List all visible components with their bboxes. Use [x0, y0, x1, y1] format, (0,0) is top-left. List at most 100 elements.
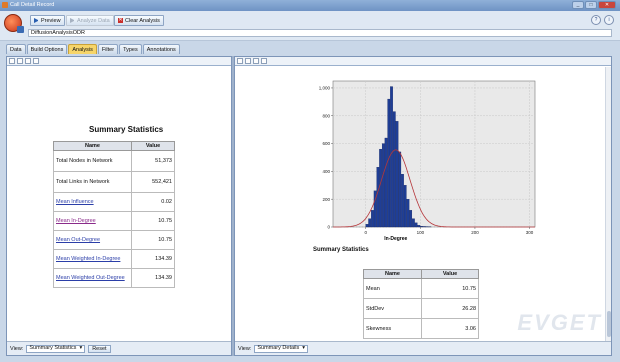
- info-icon[interactable]: i: [604, 15, 614, 25]
- node-name-field[interactable]: DiffusionAnalysisODR: [28, 29, 612, 37]
- table-row: Mean Weighted Out-Degree 134.39: [53, 268, 175, 288]
- histogram-bar: [414, 222, 418, 228]
- maximize-button[interactable]: □: [585, 1, 597, 9]
- reset-button[interactable]: Reset: [88, 344, 111, 353]
- clear-analysis-button[interactable]: ✕ Clear Analysis: [114, 15, 164, 26]
- zoom-icon[interactable]: [261, 58, 267, 64]
- y-tick-label: 800: [322, 113, 330, 118]
- left-pane-toolbar: [7, 57, 231, 66]
- tab-analysis[interactable]: Analysis: [68, 44, 97, 54]
- y-axis-ticks: 0 200 400 600 800 1,000: [319, 86, 333, 230]
- table-row: Mean Out-Degree 10.75: [53, 230, 175, 250]
- export-icon[interactable]: [17, 58, 23, 64]
- y-tick-label: 400: [322, 169, 330, 174]
- table-row: Mean 10.75: [363, 278, 479, 299]
- histogram-bar: [384, 137, 388, 228]
- print-icon[interactable]: [25, 58, 31, 64]
- help-icon[interactable]: ?: [591, 15, 601, 25]
- histogram-bar: [368, 218, 372, 228]
- tab-types[interactable]: Types: [119, 44, 142, 54]
- scrollbar-thumb[interactable]: [607, 311, 611, 337]
- row-name: Skewness: [363, 318, 422, 339]
- row-value: 134.39: [131, 268, 175, 288]
- mean-weighted-in-degree-link[interactable]: Mean Weighted In-Degree: [56, 256, 120, 262]
- table-row: Skewness 3.06: [363, 318, 479, 339]
- right-pane-footer: View: Summary Details ▾: [235, 341, 611, 355]
- row-name-link[interactable]: Mean Weighted Out-Degree: [53, 268, 132, 288]
- histogram-bar: [387, 98, 391, 228]
- table-header-name: Name: [363, 269, 422, 279]
- close-window-button[interactable]: ✕: [598, 1, 616, 9]
- preview-button[interactable]: Preview: [30, 15, 65, 26]
- analyze-data-button[interactable]: Analyze Data: [66, 15, 114, 26]
- row-name-link[interactable]: Mean Influence: [53, 192, 132, 212]
- view-label: View:: [10, 345, 24, 352]
- summary-statistics-table: Name Value Total Nodes in Network 51,373…: [53, 141, 175, 288]
- chevron-down-icon: ▾: [302, 345, 305, 351]
- mean-weighted-out-degree-link[interactable]: Mean Weighted Out-Degree: [56, 275, 125, 281]
- row-name: Mean: [363, 278, 422, 299]
- histogram-bar: [392, 111, 396, 228]
- watermark: EVGET: [517, 310, 602, 335]
- export-icon[interactable]: [245, 58, 251, 64]
- print-icon[interactable]: [253, 58, 259, 64]
- app-icon: [2, 2, 8, 8]
- row-value: 134.39: [131, 249, 175, 269]
- row-name: Total Links in Network: [53, 171, 132, 193]
- x-axis-ticks: 0 100 200 300: [364, 227, 534, 235]
- row-value: 3.06: [421, 318, 479, 339]
- tab-filter[interactable]: Filter: [97, 44, 119, 54]
- table-row: Mean Weighted In-Degree 134.39: [53, 249, 175, 269]
- row-name-link[interactable]: Mean Weighted In-Degree: [53, 249, 132, 269]
- table-header-value: Value: [131, 141, 175, 151]
- histogram-bar: [381, 143, 385, 228]
- copy-icon[interactable]: [9, 58, 15, 64]
- tab-build-options[interactable]: Build Options: [26, 44, 68, 54]
- histogram-bar: [406, 199, 410, 228]
- zoom-icon[interactable]: [33, 58, 39, 64]
- node-icon: [4, 14, 24, 33]
- view-select[interactable]: Summary Statistics ▾: [26, 344, 86, 353]
- row-value: 0.02: [131, 192, 175, 212]
- row-value: 10.75: [131, 230, 175, 250]
- table-row: Mean Influence 0.02: [53, 192, 175, 212]
- row-name-link[interactable]: Mean Out-Degree: [53, 230, 132, 250]
- left-pane-footer: View: Summary Statistics ▾ Reset: [7, 341, 231, 355]
- row-value: 552,421: [131, 171, 175, 193]
- mean-out-degree-link[interactable]: Mean Out-Degree: [56, 237, 100, 243]
- left-pane-content: Summary Statistics Name Value Total Node…: [7, 67, 231, 341]
- view-select[interactable]: Summary Details ▾: [254, 344, 308, 353]
- x-tick-label: 200: [471, 230, 479, 235]
- toolbar-right-icons: ? i: [591, 15, 614, 25]
- row-value: 26.28: [421, 298, 479, 319]
- x-tick-label: 300: [526, 230, 534, 235]
- row-name-link[interactable]: Mean In-Degree: [53, 211, 132, 231]
- table-header-name: Name: [53, 141, 132, 151]
- mean-in-degree-link[interactable]: Mean In-Degree: [56, 218, 96, 224]
- chevron-down-icon: ▾: [79, 345, 83, 351]
- copy-icon[interactable]: [237, 58, 243, 64]
- histogram-bar: [395, 121, 399, 228]
- table-row: Total Nodes in Network 51,373: [53, 150, 175, 172]
- in-degree-histogram: 0 200 400 600 800 1,000 0 100 200 300 In-Degree: [319, 80, 536, 242]
- plot-background: [332, 80, 536, 228]
- play-icon: [34, 18, 39, 23]
- histogram-bar: [390, 86, 393, 228]
- toolbar: Preview Analyze Data ✕ Clear Analysis ? …: [0, 11, 620, 41]
- right-pane-scrollbar[interactable]: [605, 67, 611, 343]
- tab-annotations[interactable]: Annotations: [142, 44, 180, 54]
- histogram-bar: [376, 167, 380, 228]
- minimize-button[interactable]: _: [572, 1, 584, 9]
- right-summary-title: Summary Statistics: [313, 247, 369, 253]
- histogram-bar: [365, 224, 369, 228]
- histogram-bar: [422, 226, 426, 228]
- title-bar: Call Detail Record _ □ ✕: [0, 0, 620, 11]
- row-value: 10.75: [131, 211, 175, 231]
- histogram-bar: [403, 185, 407, 228]
- table-row: Total Links in Network 552,421: [53, 171, 175, 193]
- tab-data[interactable]: Data: [6, 44, 26, 54]
- x-tick-label: 100: [417, 230, 425, 235]
- histogram-bar: [409, 210, 413, 228]
- mean-influence-link[interactable]: Mean Influence: [56, 199, 94, 205]
- left-output-pane: Summary Statistics Name Value Total Node…: [6, 56, 232, 356]
